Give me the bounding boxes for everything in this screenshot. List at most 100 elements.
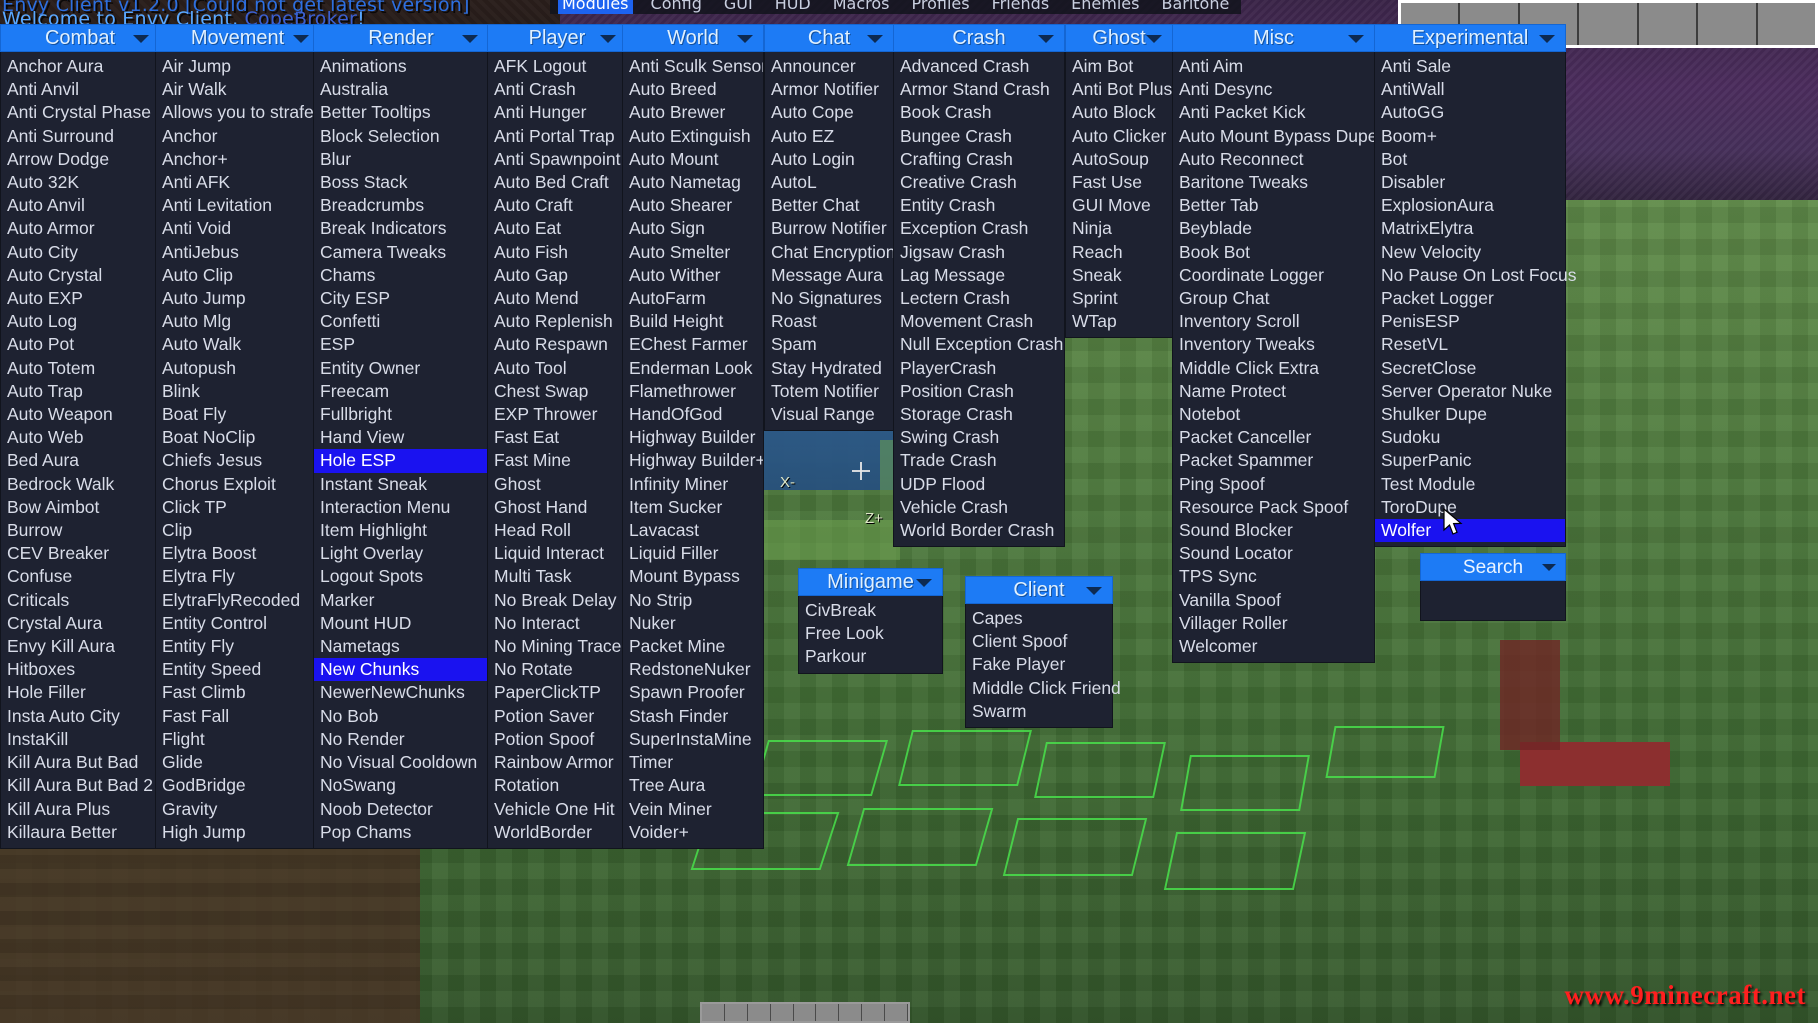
module-item[interactable]: Hole ESP xyxy=(314,449,488,473)
module-item[interactable]: Test Module xyxy=(1375,473,1565,496)
module-item[interactable]: Rotation xyxy=(488,774,626,797)
module-item[interactable]: Entity Owner xyxy=(314,357,488,380)
module-item[interactable]: Anti Hunger xyxy=(488,101,626,124)
module-item[interactable]: Creative Crash xyxy=(894,171,1064,194)
module-item[interactable]: No Signatures xyxy=(765,287,893,310)
module-item[interactable]: Sound Blocker xyxy=(1173,519,1374,542)
module-item[interactable]: Head Roll xyxy=(488,519,626,542)
module-item[interactable]: AutoGG xyxy=(1375,101,1565,124)
module-item[interactable]: Auto Shearer xyxy=(623,194,763,217)
module-item[interactable]: Server Operator Nuke xyxy=(1375,380,1565,403)
module-item[interactable]: Killaura Better xyxy=(1,821,159,844)
module-item[interactable]: Auto Mount Bypass Dupe xyxy=(1173,125,1377,148)
module-item[interactable]: Interaction Menu xyxy=(314,496,488,519)
module-item[interactable]: Glide xyxy=(156,751,319,774)
module-item[interactable]: Anti Bot Plus xyxy=(1066,78,1172,101)
module-item[interactable]: High Jump xyxy=(156,821,319,844)
module-item[interactable]: Sound Locator xyxy=(1173,542,1374,565)
module-item[interactable]: Auto Fish xyxy=(488,241,626,264)
module-item[interactable]: Message Aura xyxy=(765,264,893,287)
module-item[interactable]: Welcomer xyxy=(1173,635,1374,658)
module-item[interactable]: Bed Aura xyxy=(1,449,159,472)
module-item[interactable]: No Break Delay xyxy=(488,589,626,612)
module-item[interactable]: Auto Pot xyxy=(1,333,159,356)
module-item[interactable]: Auto Reconnect xyxy=(1173,148,1374,171)
module-item[interactable]: Auto 32K xyxy=(1,171,159,194)
module-item[interactable]: Villager Roller xyxy=(1173,612,1374,635)
module-item[interactable]: Book Bot xyxy=(1173,241,1374,264)
module-item[interactable]: Multi Task xyxy=(488,565,626,588)
module-item[interactable]: Highway Builder+ xyxy=(623,449,763,472)
module-item[interactable]: Anti Surround xyxy=(1,125,159,148)
module-item[interactable]: Name Protect xyxy=(1173,380,1374,403)
module-item[interactable]: Entity Speed xyxy=(156,658,319,681)
module-item[interactable]: SuperPanic xyxy=(1375,449,1565,472)
module-item[interactable]: RedstoneNuker xyxy=(623,658,763,681)
module-item[interactable]: Anti Desync xyxy=(1173,78,1374,101)
panel-header-experimental[interactable]: Experimental xyxy=(1374,24,1566,52)
module-item[interactable]: Auto Cope xyxy=(765,101,893,124)
module-item[interactable]: Sneak xyxy=(1066,264,1172,287)
module-item[interactable]: No Interact xyxy=(488,612,626,635)
panel-header-minigame[interactable]: Minigame xyxy=(798,568,943,596)
module-item[interactable]: Enderman Look xyxy=(623,357,763,380)
module-item[interactable]: Rainbow Armor xyxy=(488,751,626,774)
module-item[interactable]: Auto Log xyxy=(1,310,159,333)
panel-header-world[interactable]: World xyxy=(622,24,764,52)
module-item[interactable]: Anti Crystal Phase xyxy=(1,101,159,124)
module-item[interactable]: Anti Crash xyxy=(488,78,626,101)
module-item[interactable]: Auto Walk xyxy=(156,333,319,356)
module-item[interactable]: No Strip xyxy=(623,589,763,612)
module-item[interactable]: Nuker xyxy=(623,612,763,635)
module-item[interactable]: Anti Aim xyxy=(1173,55,1374,78)
module-item[interactable]: Auto Mount xyxy=(623,148,763,171)
module-item[interactable]: City ESP xyxy=(314,287,488,310)
module-item[interactable]: Exception Crash xyxy=(894,217,1064,240)
module-item[interactable]: Chorus Exploit xyxy=(156,473,319,496)
module-item[interactable]: Jigsaw Crash xyxy=(894,241,1064,264)
panel-header-ghost[interactable]: Ghost xyxy=(1065,24,1173,52)
module-item[interactable]: SecretClose xyxy=(1375,357,1565,380)
module-item[interactable]: CivBreak xyxy=(799,599,942,622)
module-item[interactable]: Auto Crystal xyxy=(1,264,159,287)
module-item[interactable]: Bow Aimbot xyxy=(1,496,159,519)
module-item[interactable]: Parkour xyxy=(799,645,942,668)
panel-header-chat[interactable]: Chat xyxy=(764,24,894,52)
module-item[interactable]: Auto Armor xyxy=(1,217,159,240)
module-item[interactable]: Notebot xyxy=(1173,403,1374,426)
module-item[interactable]: Elytra Fly xyxy=(156,565,319,588)
module-item[interactable]: Kill Aura But Bad xyxy=(1,751,159,774)
module-item[interactable]: Auto Anvil xyxy=(1,194,159,217)
module-item[interactable]: Block Selection xyxy=(314,125,488,148)
module-item[interactable]: Voider+ xyxy=(623,821,763,844)
module-item[interactable]: Book Crash xyxy=(894,101,1064,124)
module-item[interactable]: Advanced Crash xyxy=(894,55,1064,78)
module-item[interactable]: Air Walk xyxy=(156,78,319,101)
module-item[interactable]: Break Indicators xyxy=(314,217,488,240)
module-item[interactable]: Anti Levitation xyxy=(156,194,319,217)
module-item[interactable]: CEV Breaker xyxy=(1,542,159,565)
module-item[interactable]: AutoL xyxy=(765,171,893,194)
module-item[interactable]: Disabler xyxy=(1375,171,1565,194)
module-item[interactable]: Lectern Crash xyxy=(894,287,1064,310)
module-item[interactable]: Lag Message xyxy=(894,264,1064,287)
module-item[interactable]: Group Chat xyxy=(1173,287,1374,310)
module-item[interactable]: Inventory Scroll xyxy=(1173,310,1374,333)
module-item[interactable]: Auto Web xyxy=(1,426,159,449)
module-item[interactable]: No Pause On Lost Focus xyxy=(1375,264,1577,287)
module-item[interactable]: ESP xyxy=(314,333,488,356)
module-item[interactable]: Auto Mlg xyxy=(156,310,319,333)
module-item[interactable]: World Border Crash xyxy=(894,519,1064,542)
module-item[interactable]: Auto Clip xyxy=(156,264,319,287)
module-item[interactable]: Null Exception Crash xyxy=(894,333,1064,356)
module-item[interactable]: NoSwang xyxy=(314,774,488,797)
module-item[interactable]: New Chunks xyxy=(314,658,488,682)
module-item[interactable]: Burrow Notifier xyxy=(765,217,893,240)
module-item[interactable]: Light Overlay xyxy=(314,542,488,565)
module-item[interactable]: Vein Miner xyxy=(623,798,763,821)
module-item[interactable]: Boat NoClip xyxy=(156,426,319,449)
module-item[interactable]: Fast Mine xyxy=(488,449,626,472)
module-item[interactable]: Announcer xyxy=(765,55,893,78)
module-item[interactable]: Bungee Crash xyxy=(894,125,1064,148)
module-item[interactable]: Crystal Aura xyxy=(1,612,159,635)
